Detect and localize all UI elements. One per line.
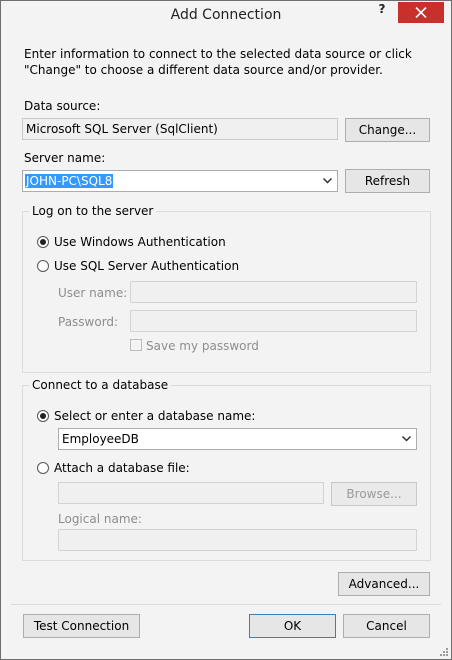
logical-name-label: Logical name: bbox=[58, 512, 142, 526]
intro-text: Enter information to connect to the sele… bbox=[24, 47, 412, 77]
password-field bbox=[130, 310, 417, 332]
attach-file-field bbox=[58, 482, 324, 504]
refresh-button[interactable]: Refresh bbox=[345, 169, 430, 193]
windows-auth-radio[interactable] bbox=[37, 236, 49, 248]
attach-file-label[interactable]: Attach a database file: bbox=[54, 461, 190, 475]
logical-name-field bbox=[58, 529, 417, 551]
attach-file-radio[interactable] bbox=[37, 462, 49, 474]
password-label: Password: bbox=[58, 315, 119, 329]
database-group-title: Connect to a database bbox=[29, 378, 172, 392]
data-source-label: Data source: bbox=[24, 99, 101, 113]
cancel-button[interactable]: Cancel bbox=[343, 614, 430, 638]
resize-grip-icon[interactable] bbox=[438, 646, 448, 656]
data-source-field: Microsoft SQL Server (SqlClient) bbox=[22, 118, 338, 140]
select-database-label[interactable]: Select or enter a database name: bbox=[54, 409, 255, 423]
close-icon bbox=[415, 7, 427, 18]
windows-auth-label[interactable]: Use Windows Authentication bbox=[54, 235, 226, 249]
sql-auth-label[interactable]: Use SQL Server Authentication bbox=[54, 259, 239, 273]
save-password-checkbox bbox=[130, 339, 142, 351]
user-name-label: User name: bbox=[58, 286, 128, 300]
server-name-value[interactable]: JOHN-PC\SQL8 bbox=[25, 174, 114, 188]
sql-auth-radio[interactable] bbox=[37, 260, 49, 272]
title-bar: Add Connection ? bbox=[1, 1, 451, 31]
help-button[interactable]: ? bbox=[369, 2, 395, 22]
add-connection-dialog: Add Connection ? Enter information to co… bbox=[0, 0, 452, 660]
close-button[interactable] bbox=[398, 2, 444, 23]
browse-button: Browse... bbox=[331, 482, 417, 506]
logon-group-title: Log on to the server bbox=[29, 204, 157, 218]
save-password-label: Save my password bbox=[146, 339, 259, 353]
data-source-value: Microsoft SQL Server (SqlClient) bbox=[26, 122, 218, 136]
database-name-combo[interactable]: EmployeeDB bbox=[58, 428, 417, 450]
server-name-combo[interactable]: JOHN-PC\SQL8 bbox=[22, 170, 338, 192]
chevron-down-icon[interactable] bbox=[402, 436, 411, 442]
change-button[interactable]: Change... bbox=[345, 118, 430, 142]
chevron-down-icon[interactable] bbox=[323, 178, 332, 184]
ok-button[interactable]: OK bbox=[249, 614, 336, 638]
select-database-radio[interactable] bbox=[37, 410, 49, 422]
database-name-value[interactable]: EmployeeDB bbox=[62, 432, 139, 446]
user-name-field bbox=[130, 281, 417, 303]
server-name-label: Server name: bbox=[24, 151, 106, 165]
advanced-button[interactable]: Advanced... bbox=[338, 572, 430, 596]
footer-divider bbox=[11, 604, 441, 605]
test-connection-button[interactable]: Test Connection bbox=[23, 614, 140, 638]
